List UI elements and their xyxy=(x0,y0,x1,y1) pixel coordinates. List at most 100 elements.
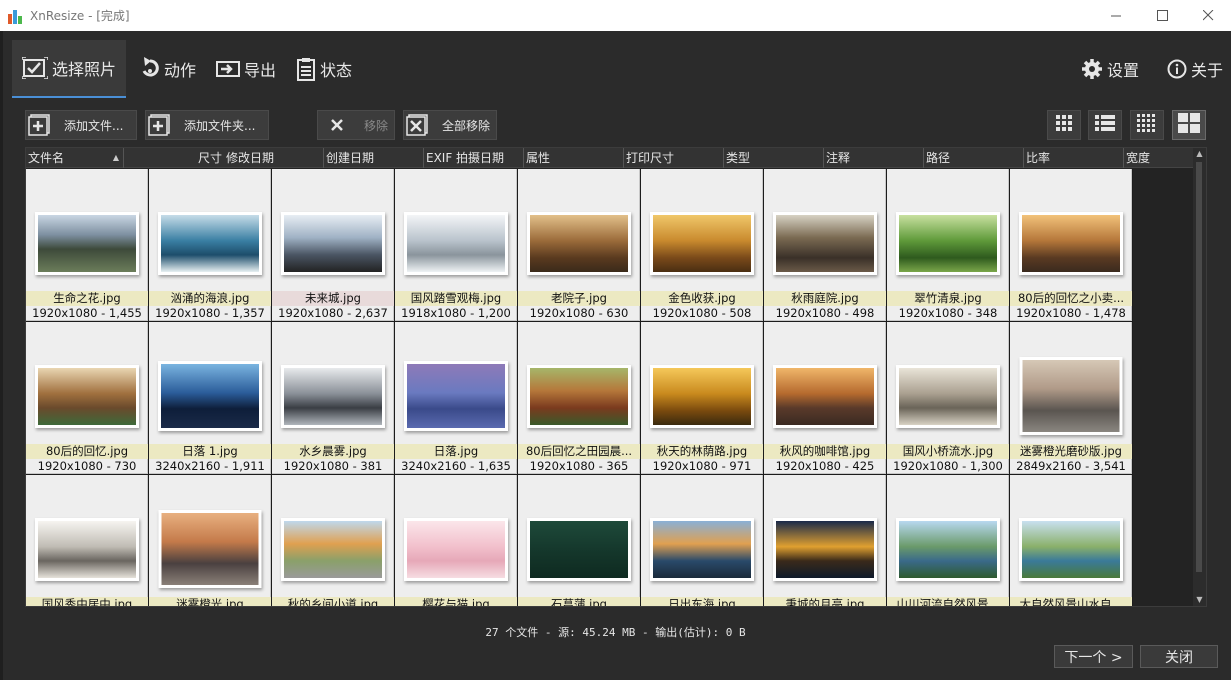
minimize-icon[interactable] xyxy=(1093,0,1139,31)
file-meta: 1920x1080 - 381 xyxy=(283,459,383,473)
thumbnail-item[interactable]: 樱花与猫.jpg xyxy=(395,475,517,606)
thumbnail-item[interactable]: 80后的回忆.jpg 1920x1080 - 730 xyxy=(26,322,148,474)
file-meta: 2849x2160 - 3,541 xyxy=(1016,459,1126,473)
thumbnail-item[interactable]: 秋雨庭院.jpg 1920x1080 - 498 xyxy=(764,169,886,321)
thumbnail-item[interactable]: 金色收获.jpg 1920x1080 - 508 xyxy=(641,169,763,321)
col-created[interactable]: 创建日期 xyxy=(324,148,424,168)
window-title: XnResize - [完成] xyxy=(30,9,130,23)
add-files-button[interactable]: 添加文件... xyxy=(25,110,137,140)
settings-button[interactable]: 设置 xyxy=(1067,40,1153,98)
thumbnail-item[interactable]: 秋风的咖啡馆.jpg 1920x1080 - 425 xyxy=(764,322,886,474)
col-modified-label: 修改日期 xyxy=(226,151,275,165)
scroll-up-icon[interactable]: ▲ xyxy=(1193,148,1206,160)
about-button[interactable]: 关于 xyxy=(1153,40,1231,98)
scrollbar-thumb[interactable] xyxy=(1196,162,1202,572)
thumbnail-image xyxy=(895,211,1000,275)
col-modified[interactable]: 修改日期 xyxy=(224,148,324,168)
file-toolbar: 添加文件... 添加文件夹... 移除 全部移除 xyxy=(25,110,1208,140)
file-name: 迷雾橙光.jpg xyxy=(149,597,271,606)
thumbnail-item[interactable]: 国风小桥流水.jpg 1920x1080 - 1,300 xyxy=(887,322,1009,474)
file-name: 国风秀中居中.jpg xyxy=(26,597,148,606)
thumbnail-image xyxy=(1018,517,1123,581)
thumbnail-item[interactable]: 石菖蒲.jpg xyxy=(518,475,640,606)
thumbnail-item[interactable]: 迷雾橙光.jpg xyxy=(149,475,271,606)
thumbnail-item[interactable]: 国风踏雪观梅.jpg 1918x1080 - 1,200 xyxy=(395,169,517,321)
about-label: 关于 xyxy=(1190,61,1223,80)
thumbnail-image xyxy=(158,510,261,588)
settings-label: 设置 xyxy=(1106,61,1139,80)
col-comment[interactable]: 注释 xyxy=(824,148,924,168)
scroll-down-icon[interactable]: ▼ xyxy=(1193,594,1206,606)
add-files-label: 添加文件... xyxy=(64,118,124,133)
file-meta: 1920x1080 - 1,455 xyxy=(32,306,142,320)
col-width[interactable]: 宽度 xyxy=(1124,148,1192,168)
file-name: 汹涌的海浪.jpg xyxy=(149,291,271,306)
file-name: 未来城.jpg xyxy=(272,291,394,306)
thumbnail-item[interactable]: 老院子.jpg 1920x1080 - 630 xyxy=(518,169,640,321)
col-print-size[interactable]: 打印尺寸 xyxy=(624,148,724,168)
col-filename[interactable]: 文件名 ▲ xyxy=(26,148,124,168)
col-path-label: 路径 xyxy=(926,151,951,165)
column-header: 文件名 ▲ 尺寸 修改日期 创建日期 EXIF 拍摄日期 属性 打印尺寸 类型 … xyxy=(26,148,1194,168)
view-list-button[interactable] xyxy=(1088,110,1122,140)
col-exif-date-label: EXIF 拍摄日期 xyxy=(426,151,505,165)
tab-select-photos[interactable]: 选择照片 xyxy=(12,40,127,98)
thumbnail-image xyxy=(1018,211,1123,275)
tab-actions[interactable]: 动作 xyxy=(130,40,206,98)
next-button[interactable]: 下一个 > xyxy=(1054,645,1133,668)
view-thumbnails-button[interactable] xyxy=(1047,110,1081,140)
close-button[interactable]: 关闭 xyxy=(1140,645,1218,668)
thumbnail-item[interactable]: 山川河流自然风景... xyxy=(887,475,1009,606)
remove-all-button[interactable]: 全部移除 xyxy=(403,110,497,140)
remove-button[interactable]: 移除 xyxy=(317,110,395,140)
file-name: 国风踏雪观梅.jpg xyxy=(395,291,517,306)
thumbnail-item[interactable]: 未来城.jpg 1920x1080 - 2,637 xyxy=(272,169,394,321)
thumbnail-image xyxy=(34,211,139,275)
thumbnail-item[interactable]: 国风秀中居中.jpg xyxy=(26,475,148,606)
vertical-scrollbar[interactable]: ▲ ▼ xyxy=(1193,148,1206,606)
window-left-edge xyxy=(0,31,3,680)
thumbnail-image xyxy=(1019,357,1122,435)
thumbnail-item[interactable]: 迷雾橙光磨砂版.jpg 2849x2160 - 3,541 xyxy=(1010,322,1132,474)
thumbnail-item[interactable]: 汹涌的海浪.jpg 1920x1080 - 1,357 xyxy=(149,169,271,321)
tab-status[interactable]: 状态 xyxy=(286,40,362,98)
thumbnail-item[interactable]: 翠竹清泉.jpg 1920x1080 - 348 xyxy=(887,169,1009,321)
thumbnail-item[interactable]: 大自然风景山水自... xyxy=(1010,475,1132,606)
col-path[interactable]: 路径 xyxy=(924,148,1024,168)
col-exif-date[interactable]: EXIF 拍摄日期 xyxy=(424,148,524,168)
add-folder-button[interactable]: 添加文件夹... xyxy=(145,110,269,140)
file-name: 迷雾橙光磨砂版.jpg xyxy=(1010,444,1132,459)
thumbnail-item[interactable]: 秉城的月亮.jpg xyxy=(764,475,886,606)
view-small-thumbnails-button[interactable] xyxy=(1130,110,1164,140)
col-ratio[interactable]: 比率 xyxy=(1024,148,1124,168)
col-type[interactable]: 类型 xyxy=(724,148,824,168)
thumbnail-image xyxy=(649,211,754,275)
tab-export[interactable]: 导出 xyxy=(206,40,286,98)
thumbnail-item[interactable]: 生命之花.jpg 1920x1080 - 1,455 xyxy=(26,169,148,321)
close-icon[interactable] xyxy=(1185,0,1231,31)
col-size[interactable]: 尺寸 xyxy=(124,148,224,168)
thumbnail-grid[interactable]: 生命之花.jpg 1920x1080 - 1,455 汹涌的海浪.jpg 1920x1… xyxy=(26,169,1133,606)
thumbnail-item[interactable]: 日落.jpg 3240x2160 - 1,635 xyxy=(395,322,517,474)
thumbnail-item[interactable]: 秋的乡间小道.jpg xyxy=(272,475,394,606)
remove-label: 移除 xyxy=(364,118,389,133)
col-created-label: 创建日期 xyxy=(326,151,375,165)
col-attributes[interactable]: 属性 xyxy=(524,148,624,168)
thumbnail-item[interactable]: 日出东海.jpg xyxy=(641,475,763,606)
view-large-thumbnails-button[interactable] xyxy=(1172,110,1206,140)
thumbnail-image xyxy=(157,361,262,431)
thumbnail-item[interactable]: 日落 1.jpg 3240x2160 - 1,911 xyxy=(149,322,271,474)
thumbnail-item[interactable]: 80后的回忆之小卖... 1920x1080 - 1,478 xyxy=(1010,169,1132,321)
add-folder-icon xyxy=(148,114,170,136)
file-meta: 1920x1080 - 630 xyxy=(529,306,629,320)
title-bar: XnResize - [完成] xyxy=(0,0,1231,31)
file-meta: 1920x1080 - 1,357 xyxy=(155,306,265,320)
small-grid-icon xyxy=(1136,113,1158,137)
thumbnail-item[interactable]: 80后回忆之田园晨... 1920x1080 - 365 xyxy=(518,322,640,474)
maximize-icon[interactable] xyxy=(1139,0,1185,31)
gear-icon xyxy=(1081,58,1103,80)
thumbnail-item[interactable]: 秋天的林荫路.jpg 1920x1080 - 971 xyxy=(641,322,763,474)
thumbnail-item[interactable]: 水乡晨雾.jpg 1920x1080 - 381 xyxy=(272,322,394,474)
remove-x-icon xyxy=(326,114,348,136)
add-folder-label: 添加文件夹... xyxy=(184,118,256,133)
